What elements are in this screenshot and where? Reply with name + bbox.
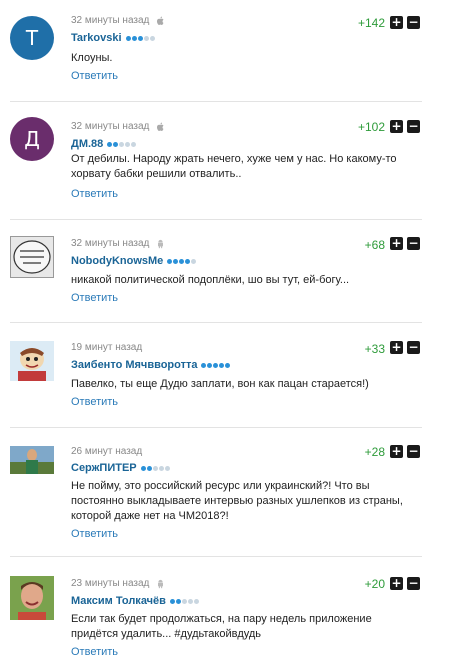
comment-score: +28 [364, 445, 385, 459]
avatar[interactable] [10, 341, 54, 381]
comment-author[interactable]: Максим Толкачёв [71, 595, 199, 607]
comment-text: Павелко, ты еще Дудю заплати, вон как па… [71, 378, 369, 390]
reply-link[interactable]: Ответить [71, 646, 118, 658]
upvote-button[interactable]: + [390, 341, 403, 354]
comment-text: От дебилы. Народу жрать нечего, хуже чем… [71, 153, 397, 180]
comment-score: +68 [364, 238, 385, 252]
upvote-button[interactable]: + [390, 16, 403, 29]
upvote-button[interactable]: + [390, 445, 403, 458]
downvote-button[interactable]: − [407, 577, 420, 590]
comment-text: никакой политической подоплёки, шо вы ту… [71, 274, 350, 286]
divider [10, 101, 422, 102]
comment-time: 19 минут назад [71, 342, 143, 353]
comment-time: 26 минут назад [71, 446, 143, 457]
avatar[interactable] [10, 446, 54, 474]
comment-text: Не пойму, это российский ресурс или укра… [71, 480, 403, 522]
avatar[interactable] [10, 576, 54, 620]
comment-time: 32 минуты назад [71, 15, 165, 26]
comment-score: +20 [364, 577, 385, 591]
avatar-image [11, 237, 53, 277]
comment-text: Если так будет продолжаться, на пару нед… [71, 613, 372, 640]
reply-link[interactable]: Ответить [71, 396, 118, 408]
comment-time: 32 минуты назад [71, 121, 165, 132]
rank-dots [125, 35, 155, 41]
rank-dots [169, 598, 199, 604]
avatar-image [10, 341, 54, 381]
comment-author[interactable]: СержПИТЕР [71, 462, 170, 474]
reply-link[interactable]: Ответить [71, 188, 118, 200]
comment-time: 23 минуты назад [71, 578, 165, 589]
reply-link[interactable]: Ответить [71, 528, 118, 540]
apple-icon [157, 16, 164, 25]
divider [10, 322, 422, 323]
upvote-button[interactable]: + [390, 577, 403, 590]
comment-author[interactable]: Заибенто Мячвворотта [71, 359, 231, 371]
avatar-image [10, 576, 54, 620]
comment-author[interactable]: ДМ.88 [71, 138, 137, 150]
comment-author[interactable]: Tarkovski [71, 32, 155, 44]
divider [10, 556, 422, 557]
comment-score: +142 [357, 16, 385, 30]
downvote-button[interactable]: − [407, 237, 420, 250]
comment-text: Клоуны. [71, 52, 113, 64]
downvote-button[interactable]: − [407, 341, 420, 354]
divider [10, 219, 422, 220]
avatar-image [10, 446, 54, 474]
avatar[interactable]: Д [10, 117, 54, 161]
downvote-button[interactable]: − [407, 120, 420, 133]
apple-icon [157, 122, 164, 131]
divider [10, 427, 422, 428]
downvote-button[interactable]: − [407, 16, 420, 29]
avatar[interactable]: T [10, 16, 54, 60]
upvote-button[interactable]: + [390, 120, 403, 133]
rank-dots [167, 258, 197, 264]
comment-author[interactable]: NobodyKnowsMe [71, 255, 197, 267]
downvote-button[interactable]: − [407, 445, 420, 458]
comment-score: +33 [364, 342, 385, 356]
reply-link[interactable]: Ответить [71, 70, 118, 82]
rank-dots [201, 362, 231, 368]
reply-link[interactable]: Ответить [71, 292, 118, 304]
rank-dots [107, 141, 137, 147]
comment-score: +102 [357, 120, 385, 134]
upvote-button[interactable]: + [390, 237, 403, 250]
avatar[interactable] [10, 236, 54, 278]
android-icon [158, 239, 164, 248]
comment-time: 32 минуты назад [71, 238, 165, 249]
android-icon [158, 579, 164, 588]
rank-dots [140, 465, 170, 471]
